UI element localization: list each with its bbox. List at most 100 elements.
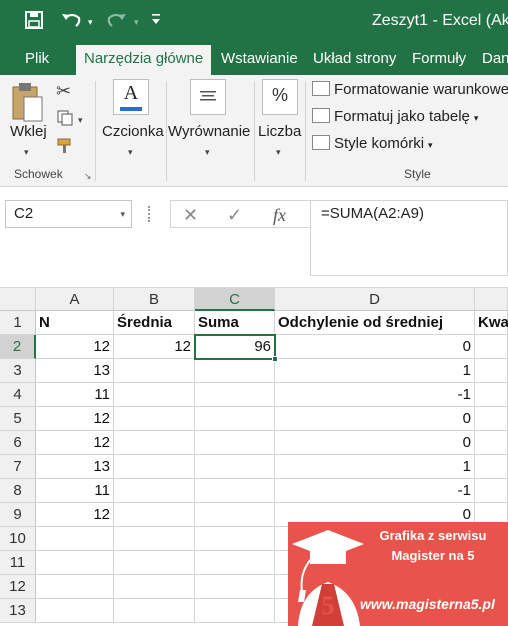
conditional-formatting-button[interactable]: Formatowanie warunkowe xyxy=(312,81,508,98)
empty-cell[interactable] xyxy=(114,503,195,527)
cancel-icon[interactable]: ✕ xyxy=(183,205,198,226)
cell-d3[interactable]: 1 xyxy=(275,359,475,383)
empty-cell[interactable] xyxy=(475,479,508,503)
paste-dropdown-icon[interactable]: ▾ xyxy=(24,147,29,158)
row-header[interactable]: 13 xyxy=(0,599,36,623)
cell-b2[interactable]: 12 xyxy=(114,335,195,359)
empty-cell[interactable] xyxy=(114,407,195,431)
column-header-d[interactable]: D xyxy=(275,288,475,311)
row-header[interactable]: 8 xyxy=(0,479,36,503)
empty-cell[interactable] xyxy=(195,503,275,527)
format-painter-icon[interactable] xyxy=(56,137,76,160)
save-icon[interactable] xyxy=(24,10,44,36)
cell-d6[interactable]: 0 xyxy=(275,431,475,455)
empty-cell[interactable] xyxy=(36,527,114,551)
tab-home[interactable]: Narzędzia główne xyxy=(76,45,212,75)
row-header[interactable]: 5 xyxy=(0,407,36,431)
undo-dropdown-icon[interactable]: ▾ xyxy=(88,10,93,34)
cell-d7[interactable]: 1 xyxy=(275,455,475,479)
insert-function-icon[interactable]: fx xyxy=(273,205,286,226)
number-label[interactable]: Liczba xyxy=(258,123,301,140)
empty-cell[interactable] xyxy=(114,383,195,407)
formula-bar-handle-icon[interactable] xyxy=(148,206,151,222)
empty-cell[interactable] xyxy=(114,527,195,551)
empty-cell[interactable] xyxy=(475,383,508,407)
paste-label[interactable]: Wklej xyxy=(10,123,47,140)
empty-cell[interactable] xyxy=(195,431,275,455)
copy-icon[interactable] xyxy=(56,109,74,132)
cell-e1[interactable]: Kwa xyxy=(475,311,508,335)
row-header[interactable]: 12 xyxy=(0,575,36,599)
cell-a4[interactable]: 11 xyxy=(36,383,114,407)
empty-cell[interactable] xyxy=(475,335,508,359)
alignment-icon[interactable] xyxy=(190,79,226,115)
empty-cell[interactable] xyxy=(195,575,275,599)
empty-cell[interactable] xyxy=(114,599,195,623)
cell-styles-button[interactable]: Style komórki ▾ xyxy=(312,135,433,152)
customize-icon[interactable] xyxy=(150,10,162,34)
empty-cell[interactable] xyxy=(195,599,275,623)
cell-d8[interactable]: -1 xyxy=(275,479,475,503)
cell-a8[interactable]: 11 xyxy=(36,479,114,503)
select-all-button[interactable] xyxy=(0,288,36,311)
name-box-dropdown-icon[interactable]: ▾ xyxy=(120,201,125,227)
tab-data[interactable]: Dan xyxy=(474,45,508,75)
tab-file[interactable]: Plik xyxy=(17,45,57,75)
fill-handle[interactable] xyxy=(272,356,278,362)
alignment-label[interactable]: Wyrównanie xyxy=(168,123,250,140)
cell-a6[interactable]: 12 xyxy=(36,431,114,455)
row-header[interactable]: 10 xyxy=(0,527,36,551)
column-header-a[interactable]: A xyxy=(36,288,114,311)
cell-a2[interactable]: 12 xyxy=(36,335,114,359)
empty-cell[interactable] xyxy=(36,599,114,623)
cut-icon[interactable]: ✂ xyxy=(56,81,71,102)
font-label[interactable]: Czcionka xyxy=(102,123,164,140)
tab-page-layout[interactable]: Układ strony xyxy=(305,45,404,75)
empty-cell[interactable] xyxy=(195,479,275,503)
row-header[interactable]: 6 xyxy=(0,431,36,455)
empty-cell[interactable] xyxy=(195,455,275,479)
alignment-dropdown-icon[interactable]: ▾ xyxy=(205,147,210,158)
empty-cell[interactable] xyxy=(475,407,508,431)
row-header[interactable]: 3 xyxy=(0,359,36,383)
redo-dropdown-icon[interactable]: ▾ xyxy=(134,10,139,34)
empty-cell[interactable] xyxy=(195,383,275,407)
cell-d2[interactable]: 0 xyxy=(275,335,475,359)
empty-cell[interactable] xyxy=(195,551,275,575)
empty-cell[interactable] xyxy=(114,359,195,383)
number-icon[interactable]: % xyxy=(262,79,298,115)
cell-a7[interactable]: 13 xyxy=(36,455,114,479)
cell-a3[interactable]: 13 xyxy=(36,359,114,383)
tab-formulas[interactable]: Formuły xyxy=(404,45,474,75)
empty-cell[interactable] xyxy=(114,479,195,503)
row-header[interactable]: 4 xyxy=(0,383,36,407)
column-header-b[interactable]: B xyxy=(114,288,195,311)
empty-cell[interactable] xyxy=(195,407,275,431)
empty-cell[interactable] xyxy=(36,575,114,599)
format-as-table-button[interactable]: Formatuj jako tabelę ▾ xyxy=(312,108,478,125)
cell-d5[interactable]: 0 xyxy=(275,407,475,431)
column-header-e[interactable] xyxy=(475,288,508,311)
empty-cell[interactable] xyxy=(195,359,275,383)
row-header[interactable]: 1 xyxy=(0,311,36,335)
cell-d4[interactable]: -1 xyxy=(275,383,475,407)
undo-icon[interactable] xyxy=(60,10,84,36)
empty-cell[interactable] xyxy=(475,359,508,383)
row-header[interactable]: 9 xyxy=(0,503,36,527)
cell-a9[interactable]: 12 xyxy=(36,503,114,527)
column-header-c[interactable]: C xyxy=(195,288,275,311)
row-header[interactable]: 2 xyxy=(0,335,36,359)
empty-cell[interactable] xyxy=(114,551,195,575)
name-box[interactable]: C2 ▾ xyxy=(5,200,132,228)
empty-cell[interactable] xyxy=(36,551,114,575)
empty-cell[interactable] xyxy=(114,455,195,479)
formula-input[interactable]: =SUMA(A2:A9) xyxy=(310,200,508,276)
empty-cell[interactable] xyxy=(195,527,275,551)
cell-a5[interactable]: 12 xyxy=(36,407,114,431)
dialog-launcher-icon[interactable]: ↘ xyxy=(84,171,92,182)
empty-cell[interactable] xyxy=(475,455,508,479)
number-dropdown-icon[interactable]: ▾ xyxy=(276,147,281,158)
cell-c1[interactable]: Suma xyxy=(195,311,275,335)
font-icon[interactable]: A xyxy=(113,79,149,115)
cell-a1[interactable]: N xyxy=(36,311,114,335)
